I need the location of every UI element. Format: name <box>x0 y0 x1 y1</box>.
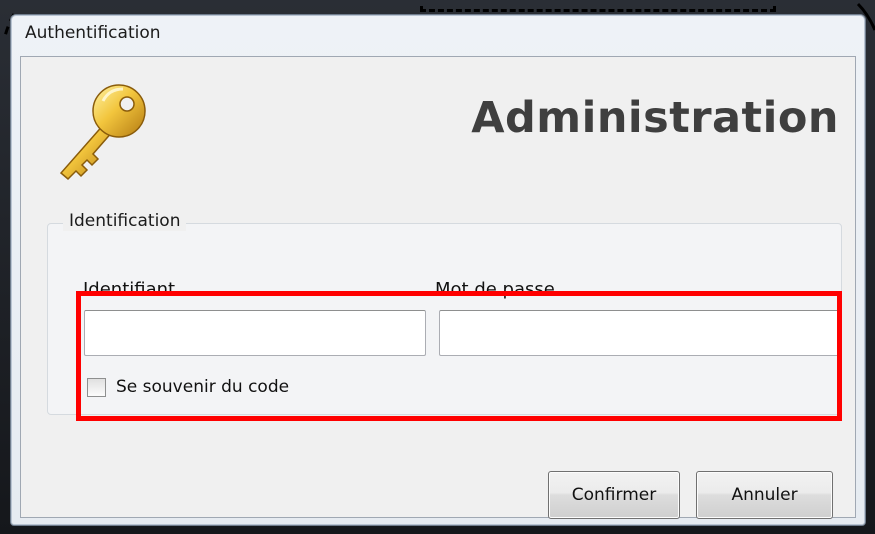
remember-code-label[interactable]: Se souvenir du code <box>116 377 289 397</box>
window-title: Authentification <box>25 23 161 43</box>
screenshot-stage: Authentification Administration Identifi… <box>0 0 875 534</box>
remember-code-checkbox[interactable] <box>87 377 106 397</box>
annotation-dashed-box <box>420 0 776 12</box>
confirm-button[interactable]: Confirmer <box>548 471 680 519</box>
dialog-body: Administration Identification Identifian… <box>20 56 856 519</box>
remember-code-row[interactable]: Se souvenir du code <box>87 375 289 399</box>
username-input[interactable] <box>84 310 426 356</box>
password-label: Mot de passe <box>435 279 555 300</box>
password-input[interactable] <box>439 310 839 356</box>
key-icon <box>59 84 146 181</box>
title-bar[interactable]: Authentification <box>11 15 865 55</box>
auth-dialog: Authentification Administration Identifi… <box>10 14 866 526</box>
identification-group-legend: Identification <box>63 211 187 231</box>
cancel-button[interactable]: Annuler <box>696 471 833 519</box>
page-title: Administration <box>471 93 839 143</box>
username-label: Identifiant <box>83 279 176 300</box>
